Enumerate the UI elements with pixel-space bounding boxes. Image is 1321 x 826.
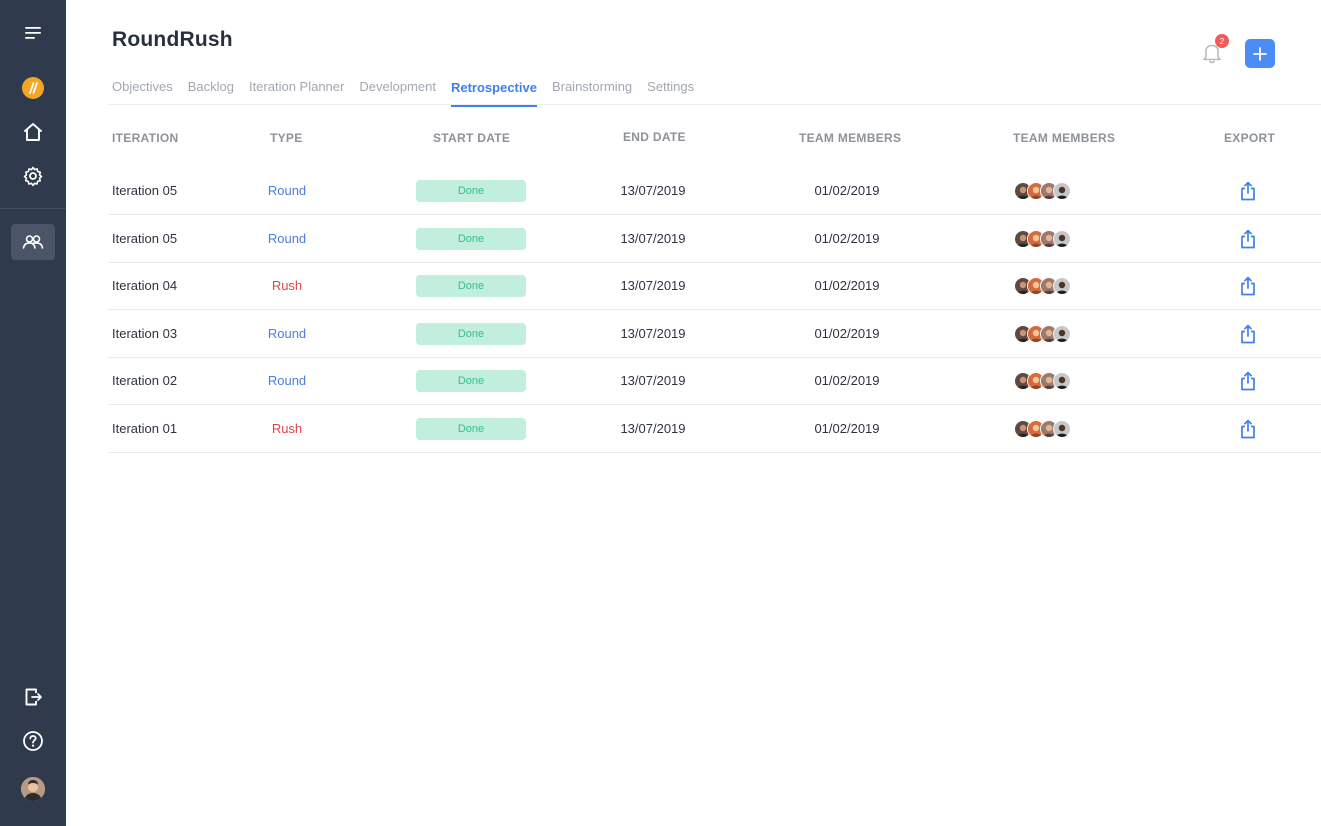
avatar-stack[interactable] [1014,230,1084,248]
avatar [1053,182,1071,200]
tab-objectives[interactable]: Objectives [112,80,173,106]
help-icon [23,731,43,751]
col-header-iteration[interactable]: ITERATION [112,131,178,145]
gear-icon [23,166,43,187]
tab-backlog[interactable]: Backlog [188,80,234,106]
iteration-type: Round [267,373,307,388]
table-row[interactable]: Iteration 01 Rush Done 13/07/2019 01/02/… [108,406,1321,453]
col-header-team-members-2[interactable]: TEAM MEMBERS [1013,131,1115,145]
iteration-type: Round [267,231,307,246]
export-icon [1241,181,1255,201]
start-date: 13/07/2019 [620,373,686,388]
col-header-end-date[interactable]: END DATE [623,130,686,144]
status-badge: Done [416,323,526,345]
table-row[interactable]: Iteration 03 Round Done 13/07/2019 01/02… [108,311,1321,358]
export-icon [1241,371,1255,391]
export-button[interactable] [1240,276,1256,296]
export-icon [1241,229,1255,249]
iteration-type: Rush [271,421,303,436]
col-header-export[interactable]: EXPORT [1224,131,1275,145]
tab-settings[interactable]: Settings [647,80,694,106]
iteration-name[interactable]: Iteration 05 [112,231,177,246]
iteration-name[interactable]: Iteration 05 [112,183,177,198]
start-date: 13/07/2019 [620,183,686,198]
status-badge: Done [416,228,526,250]
iteration-name[interactable]: Iteration 04 [112,278,177,293]
avatar [1053,277,1071,295]
tab-brainstorming[interactable]: Brainstorming [552,80,632,106]
export-button[interactable] [1240,324,1256,344]
avatar [1053,372,1071,390]
iteration-name[interactable]: Iteration 02 [112,373,177,388]
status-badge: Done [416,370,526,392]
page-title: RoundRush [112,28,233,51]
plus-icon [1253,46,1267,61]
start-date: 13/07/2019 [620,231,686,246]
table-row[interactable]: Iteration 05 Round Done 13/07/2019 01/02… [108,216,1321,263]
table-row[interactable]: Iteration 02 Round Done 13/07/2019 01/02… [108,358,1321,405]
end-date: 01/02/2019 [814,231,880,246]
avatar [1053,420,1071,438]
tab-retrospective[interactable]: Retrospective [450,80,537,107]
status-badge: Done [416,180,526,202]
avatar [1053,230,1071,248]
status-badge: Done [416,418,526,440]
app-window: RoundRush 2 Objectives Backlog Iteration… [0,0,1321,826]
iteration-type: Round [267,183,307,198]
sidebar-divider [0,208,66,209]
avatar-stack[interactable] [1014,420,1084,438]
settings-button[interactable] [11,158,55,194]
notification-badge: 2 [1215,34,1229,48]
table-row[interactable]: Iteration 04 Rush Done 13/07/2019 01/02/… [108,263,1321,310]
table-row[interactable]: Iteration 05 Round Done 13/07/2019 01/02… [108,168,1321,215]
start-date: 13/07/2019 [620,421,686,436]
home-icon [24,123,42,141]
avatar-stack[interactable] [1014,325,1084,343]
col-header-team-members[interactable]: TEAM MEMBERS [799,131,901,145]
iteration-type: Rush [271,278,303,293]
col-header-type[interactable]: TYPE [270,131,303,145]
export-icon [1241,276,1255,296]
export-icon [1241,419,1255,439]
export-icon [1241,324,1255,344]
tab-development[interactable]: Development [359,80,436,106]
avatar-stack[interactable] [1014,372,1084,390]
end-date: 01/02/2019 [814,373,880,388]
export-button[interactable] [1240,181,1256,201]
end-date: 01/02/2019 [814,183,880,198]
logout-button[interactable] [11,679,55,715]
export-button[interactable] [1240,419,1256,439]
logo-icon[interactable] [22,77,44,99]
user-avatar[interactable] [21,777,45,801]
iteration-type: Round [267,326,307,341]
export-button[interactable] [1240,229,1256,249]
tab-iteration-planner[interactable]: Iteration Planner [249,80,344,106]
end-date: 01/02/2019 [814,421,880,436]
avatar [1053,325,1071,343]
add-button[interactable] [1245,39,1275,68]
menu-button[interactable] [11,15,55,51]
iteration-name[interactable]: Iteration 03 [112,326,177,341]
main-content: RoundRush 2 Objectives Backlog Iteration… [66,0,1321,826]
sidebar [0,0,66,826]
home-button[interactable] [11,114,55,150]
tabs-divider [108,104,1321,105]
end-date: 01/02/2019 [814,326,880,341]
end-date: 01/02/2019 [814,278,880,293]
iteration-name[interactable]: Iteration 01 [112,421,177,436]
avatar-stack[interactable] [1014,277,1084,295]
avatar-stack[interactable] [1014,182,1084,200]
col-header-start-date[interactable]: START DATE [433,131,510,145]
status-badge: Done [416,275,526,297]
team-icon [22,235,44,249]
team-button[interactable] [11,224,55,260]
export-button[interactable] [1240,371,1256,391]
menu-icon [25,27,41,39]
start-date: 13/07/2019 [620,278,686,293]
start-date: 13/07/2019 [620,326,686,341]
logout-icon [25,688,42,706]
help-button[interactable] [11,723,55,759]
